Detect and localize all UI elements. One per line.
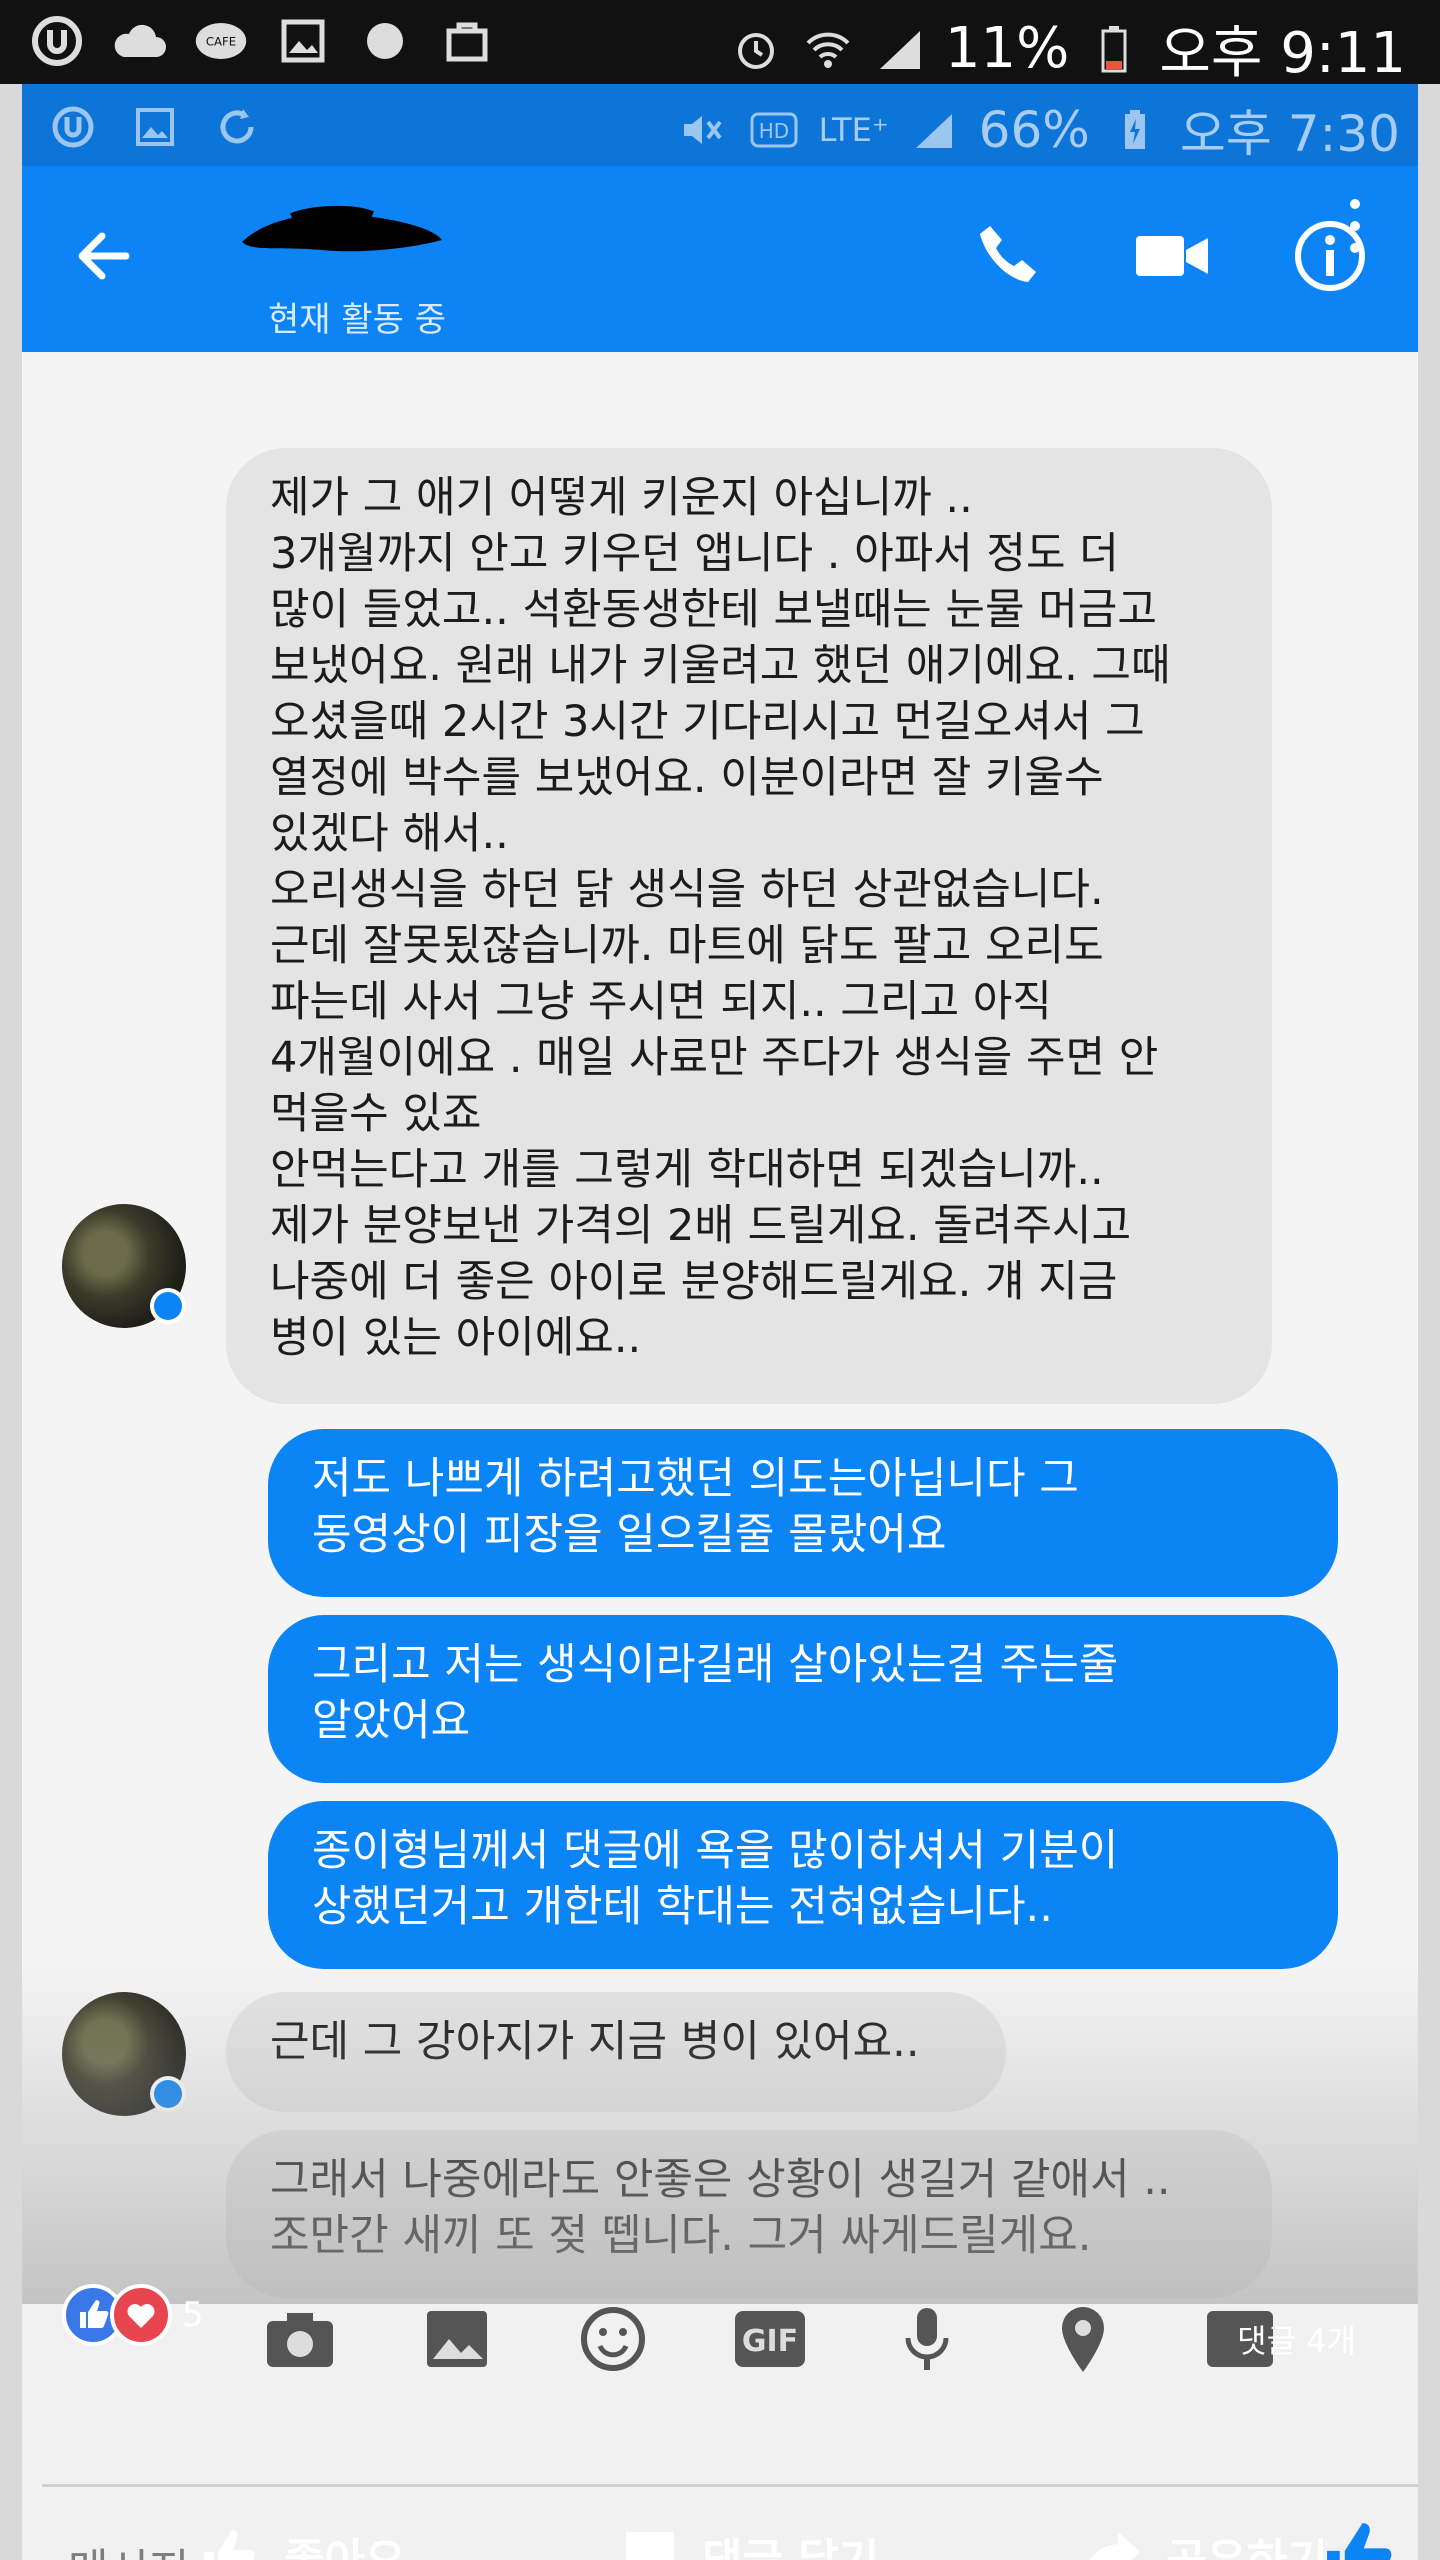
comment-label: 댓글 달기: [702, 2524, 879, 2560]
image-icon[interactable]: [419, 2301, 495, 2377]
clock-time: 오후 7:30: [1179, 105, 1400, 163]
emoji-icon[interactable]: [575, 2301, 651, 2377]
share-arrow-icon: [1090, 2532, 1140, 2560]
cloud-icon: [112, 14, 166, 68]
contact-avatar[interactable]: [62, 1992, 186, 2116]
like-label: 좋아요: [284, 2524, 405, 2560]
reaction-summary[interactable]: 5: [62, 2284, 204, 2346]
phone-call-icon[interactable]: [972, 218, 1048, 294]
chat-header: 현재 활동 중: [22, 166, 1418, 352]
messenger-badge-icon: [150, 2076, 186, 2112]
comment-bubble-icon: [626, 2532, 674, 2560]
comment-button[interactable]: 댓글 달기: [622, 2524, 879, 2560]
inner-status-bar: HD LTE⁺ 66% 오후 7:30: [22, 84, 1418, 166]
signal-icon: [873, 22, 927, 76]
circle-icon: [358, 14, 412, 68]
outgoing-message: 그리고 저는 생식이라길래 살아있는걸 주는줄 알았어요: [268, 1615, 1338, 1783]
outgoing-message: 저도 나쁘게 하려고했던 의도는아닙니다 그 동영상이 피장을 일으킬줄 몰랐어…: [268, 1429, 1338, 1597]
sync-icon: [210, 100, 264, 154]
gallery-icon: [128, 100, 182, 154]
incoming-message: 제가 그 애기 어떻게 키운지 아십니까 .. 3개월까지 안고 키우던 앱니다…: [226, 448, 1272, 1404]
incoming-message: 그래서 나중에라도 안좋은 상황이 생길거 같애서 .. 조만간 새끼 또 젖 …: [226, 2130, 1272, 2298]
battery-charging-icon: [1108, 103, 1162, 157]
message-list: 제가 그 애기 어떻게 키운지 아십니까 .. 3개월까지 안고 키우던 앱니다…: [22, 352, 1418, 2302]
info-icon[interactable]: [1292, 218, 1368, 294]
share-button[interactable]: 공유하기: [1082, 2524, 1328, 2560]
active-status: 현재 활동 중: [268, 300, 447, 340]
alarm-icon: [729, 22, 783, 76]
app-logo-icon: [46, 100, 100, 154]
location-pin-icon[interactable]: [1045, 2301, 1121, 2377]
gallery-icon: [276, 14, 330, 68]
messenger-badge-icon: [150, 1288, 186, 1324]
microphone-icon[interactable]: [889, 2301, 965, 2377]
share-label: 공유하기: [1166, 2524, 1328, 2560]
incoming-message: 근데 그 강아지가 지금 병이 있어요..: [226, 1992, 1006, 2112]
wifi-icon: [801, 22, 855, 76]
back-arrow-icon[interactable]: [66, 218, 142, 294]
outgoing-message: 종이형님께서 댓글에 욕을 많이하셔서 기분이 상했던거고 개한테 학대는 전혀…: [268, 1801, 1338, 1969]
video-call-icon[interactable]: [1132, 220, 1212, 292]
mute-icon: [675, 103, 729, 157]
hd-icon: HD: [747, 103, 801, 157]
battery-icon: [1087, 22, 1141, 76]
battery-percent: 66%: [978, 101, 1090, 159]
network-type: LTE⁺: [818, 111, 889, 149]
svg-text:GIF: GIF: [742, 2324, 798, 2359]
redacted-contact-name: [232, 202, 452, 260]
comment-count[interactable]: 댓글 4개: [1237, 2316, 1356, 2362]
cafe-icon: CAFE: [194, 14, 248, 68]
divider: [42, 2484, 1418, 2487]
battery-percent: 11%: [944, 16, 1070, 81]
outer-status-bar: CAFE 11% 오후 9:11: [0, 0, 1440, 86]
gif-icon[interactable]: GIF: [732, 2301, 808, 2377]
thumbs-up-icon: [204, 2530, 255, 2560]
svg-text:HD: HD: [758, 119, 788, 143]
love-reaction-icon: [110, 2284, 172, 2346]
app-logo-icon: [30, 14, 84, 68]
reaction-count: 5: [182, 2295, 204, 2335]
contact-avatar[interactable]: [62, 1204, 186, 1328]
post-actions: 좋아요 댓글 달기 공유하기: [22, 2524, 1418, 2560]
svg-text:CAFE: CAFE: [206, 35, 236, 49]
composer-toolbar: GIF: [22, 2274, 1418, 2404]
clock-time: 오후 9:11: [1159, 21, 1406, 86]
signal-icon: [907, 103, 961, 157]
messenger-screenshot: HD LTE⁺ 66% 오후 7:30 현재 활동 중 제가 그 애기 어떻게 …: [22, 84, 1418, 2560]
camera-icon[interactable]: [262, 2301, 338, 2377]
thumbs-up-icon[interactable]: [1322, 2518, 1398, 2560]
like-button[interactable]: 좋아요: [200, 2524, 405, 2560]
bag-icon: [440, 14, 494, 68]
